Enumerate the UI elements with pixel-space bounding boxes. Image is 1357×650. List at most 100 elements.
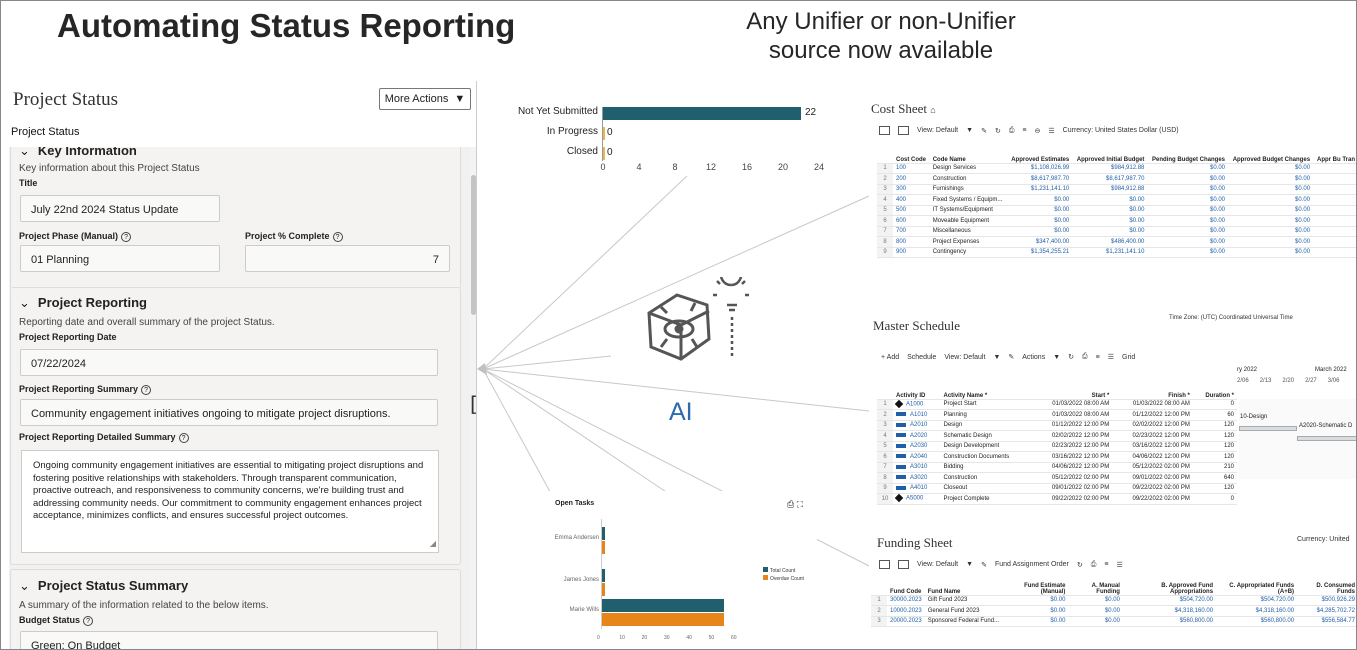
refresh-icon[interactable]: ↻ <box>1077 561 1083 569</box>
table-row[interactable]: 7 A3010 Bidding 04/06/2022 12:00 PM 05/12/20… <box>877 462 1237 473</box>
bar[interactable] <box>603 107 801 120</box>
table-row[interactable]: 5 500 IT Systems/Equipment $0.00 $0.00 $0.00 $… <box>877 205 1356 216</box>
filter-icon[interactable]: ≡ <box>1104 561 1108 568</box>
print-icon[interactable]: ⎙ <box>1009 127 1015 135</box>
currency-label: Currency: United States Dollar (USD) <box>1062 127 1179 134</box>
week-label: 2/06 <box>1237 378 1249 384</box>
table-cell: 60 <box>1192 409 1237 421</box>
columns-icon[interactable] <box>898 560 909 569</box>
column-header[interactable]: Approved Budget Changes <box>1228 141 1314 164</box>
table-cell: 01/12/2022 12:00 PM <box>1031 420 1113 431</box>
row-index: 2 <box>877 409 893 421</box>
tick-label: 0 <box>597 635 600 641</box>
table-cell: $0.00 <box>1147 226 1229 237</box>
print-icon[interactable]: ⎙ <box>1082 353 1088 361</box>
table-row[interactable]: 1 A1000 Project Start 01/03/2022 08:00 AM 01… <box>877 399 1237 410</box>
column-header[interactable]: Cost Code <box>893 141 930 164</box>
gantt-bar[interactable] <box>1239 426 1297 431</box>
columns-icon[interactable] <box>898 126 909 135</box>
column-header[interactable]: Fund Code <box>887 573 925 596</box>
column-header[interactable]: A. Manual Funding <box>1068 573 1123 596</box>
column-header[interactable]: Fund Name <box>924 573 1003 596</box>
print-icon[interactable]: ⎙ <box>787 499 794 509</box>
column-header[interactable]: Finish * <box>1112 377 1193 400</box>
table-view-icon[interactable] <box>879 560 890 569</box>
column-header[interactable]: B. Approved Fund Appropriations <box>1122 573 1217 596</box>
activity-bar-icon <box>896 464 906 469</box>
expand-icon[interactable]: ⛶ <box>797 499 803 509</box>
table-row[interactable]: 9 A4010 Closeout 09/01/2022 02:00 PM 09/22/2… <box>877 483 1237 494</box>
menu-icon[interactable]: ☰ <box>1048 127 1054 135</box>
table-row[interactable]: 7 700 Miscellaneous $0.00 $0.00 $0.00 $0.00 <box>877 226 1356 237</box>
table-cell <box>1313 163 1356 174</box>
column-header[interactable]: Start * <box>1031 377 1113 400</box>
edit-icon[interactable]: ✎ <box>1008 353 1014 361</box>
caret-down-icon[interactable]: ▼ <box>993 354 1000 361</box>
bar[interactable] <box>603 147 605 160</box>
caret-down-icon[interactable]: ▼ <box>966 127 973 134</box>
table-row[interactable]: 3 20000.2023 Sponsored Federal Fund... $0.0… <box>871 616 1356 627</box>
table-row[interactable]: 4 400 Fixed Systems / Equipm... $0.00 $0.00 $… <box>877 194 1356 206</box>
table-row[interactable]: 1 30000.2023 Gift Fund 2023 $0.00 $0.00 $504,… <box>871 595 1356 606</box>
filter-icon[interactable]: ≡ <box>1096 354 1100 361</box>
column-header[interactable]: Pending Budget Changes <box>1147 141 1229 164</box>
add-button[interactable]: + Add <box>881 354 899 361</box>
table-row[interactable]: 2 A1010 Planning 01/03/2022 08:00 AM 01/12/2… <box>877 409 1237 421</box>
actions-menu[interactable]: Actions <box>1022 354 1045 361</box>
table-row[interactable]: 4 A2020 Schematic Design 02/02/2022 12:00 P… <box>877 430 1237 442</box>
table-cell: $560,800.00 <box>1122 616 1217 627</box>
column-header[interactable]: Appr Bu Tran <box>1313 141 1356 164</box>
column-header[interactable]: Approved Estimates <box>1006 141 1073 164</box>
column-header[interactable]: Duration * <box>1192 377 1237 400</box>
view-dropdown[interactable]: View: Default <box>917 127 958 134</box>
table-row[interactable]: 9 900 Contingency $1,354,255.21 $1,231,141.1… <box>877 247 1356 258</box>
grid-button[interactable]: Grid <box>1122 354 1135 361</box>
caret-down-icon[interactable]: ▼ <box>966 561 973 568</box>
table-row[interactable]: 2 10000.2023 General Fund 2023 $0.00 $0.00 $4… <box>871 605 1356 617</box>
refresh-icon[interactable]: ↻ <box>995 127 1001 135</box>
menu-icon[interactable]: ☰ <box>1108 353 1114 361</box>
filter-icon[interactable]: ≡ <box>1022 127 1026 134</box>
collapse-icon[interactable]: ⊖ <box>1035 127 1041 135</box>
fund-assignment-order-button[interactable]: Fund Assignment Order <box>995 561 1069 568</box>
table-row[interactable]: 8 800 Project Expenses $347,400.00 $486,400.… <box>877 236 1356 248</box>
table-cell: $0.00 <box>1147 194 1229 206</box>
table-row[interactable]: 1 100 Design Services $1,108,026.99 $984,912… <box>877 163 1356 174</box>
table-row[interactable]: 6 A2040 Construction Documents 03/16/2022 1… <box>877 451 1237 463</box>
view-dropdown[interactable]: View: Default <box>917 561 958 568</box>
activity-bar-icon <box>896 485 906 490</box>
view-dropdown[interactable]: View: Default <box>944 354 985 361</box>
column-header[interactable]: Activity Name * <box>940 377 1032 400</box>
column-header[interactable]: Fund Estimate (Manual) <box>1002 573 1069 596</box>
refresh-icon[interactable]: ↻ <box>1068 353 1074 361</box>
table-cell: $560,800.00 <box>1216 616 1298 627</box>
table-row[interactable]: 5 A2030 Design Development 02/23/2022 12:00… <box>877 441 1237 452</box>
table-row[interactable]: 8 A3020 Construction 05/12/2022 02:00 PM 09/… <box>877 472 1237 484</box>
schedule-button[interactable]: Schedule <box>907 354 936 361</box>
table-row[interactable]: 2 200 Construction $8,617,987.70 $8,617,987.… <box>877 173 1356 185</box>
print-icon[interactable]: ⎙ <box>1091 561 1097 569</box>
table-row[interactable]: 3 A2010 Design 01/12/2022 12:00 PM 02/02/202… <box>877 420 1237 431</box>
table-header-row: Activity ID Activity Name * Start * Finish … <box>877 377 1237 400</box>
table-row[interactable]: 3 300 Furnishings $1,231,141.10 $984,912.88 $… <box>877 184 1356 195</box>
bar[interactable] <box>603 127 605 140</box>
column-header[interactable]: Activity ID <box>893 377 941 400</box>
bar[interactable] <box>601 599 724 612</box>
table-view-icon[interactable] <box>879 126 890 135</box>
table-row[interactable]: 10 A5000 Project Complete 09/22/2022 02:00 … <box>877 493 1237 505</box>
bar[interactable] <box>601 613 724 626</box>
table-cell: $0.00 <box>1147 205 1229 216</box>
table-header-row: Cost Code Code Name Approved Estimates Appr… <box>877 141 1356 164</box>
column-header[interactable]: D. Consumed Funds <box>1297 573 1356 596</box>
gantt-bar[interactable] <box>1297 436 1356 441</box>
edit-icon[interactable]: ✎ <box>981 127 987 135</box>
column-header[interactable]: C. Appropriated Funds (A+B) <box>1216 573 1298 596</box>
table-cell: 05/12/2022 02:00 PM <box>1112 462 1193 473</box>
caret-down-icon[interactable]: ▼ <box>1053 354 1060 361</box>
connector-node <box>477 363 487 375</box>
column-header[interactable]: Code Name <box>929 141 1007 164</box>
column-header[interactable]: Approved Initial Budget <box>1072 141 1148 164</box>
menu-icon[interactable]: ☰ <box>1116 561 1122 569</box>
edit-icon[interactable]: ✎ <box>981 561 987 569</box>
table-row[interactable]: 6 600 Moveable Equipment $0.00 $0.00 $0.00 $0.… <box>877 215 1356 227</box>
